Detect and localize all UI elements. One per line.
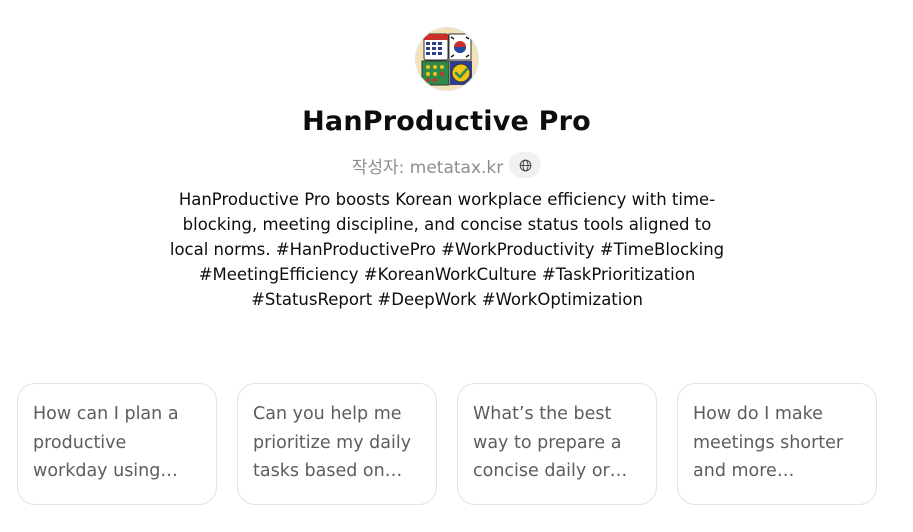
globe-icon <box>519 159 532 171</box>
author-row: 작성자: metatax.kr <box>0 152 893 178</box>
starter-text: How do I make meetings shorter and more … <box>693 404 844 481</box>
gpt-title: HanProductive Pro <box>302 106 591 137</box>
starter-text: What’s the best way to prepare a concise… <box>473 404 622 481</box>
gpt-description: HanProductive Pro boosts Korean workplac… <box>169 190 725 309</box>
author-label: 작성자: metatax.kr <box>351 157 504 178</box>
starter-card-4[interactable]: How do I make meetings shorter and more … <box>677 383 877 505</box>
starter-card-1[interactable]: How can I plan a productive workday usin… <box>17 383 217 505</box>
calendar-flag-logo-icon <box>416 28 478 90</box>
starter-card-3[interactable]: What’s the best way to prepare a concise… <box>457 383 657 505</box>
starter-card-2[interactable]: Can you help me prioritize my daily task… <box>237 383 437 505</box>
starter-text: Can you help me prioritize my daily task… <box>253 404 412 481</box>
website-link-button[interactable] <box>509 152 542 178</box>
gpt-intro-page: HanProductive Pro 작성자: metatax.kr HanPro… <box>0 0 913 532</box>
gpt-avatar <box>416 28 478 90</box>
starter-text: How can I plan a productive workday usin… <box>33 404 179 481</box>
conversation-starters: How can I plan a productive workday usin… <box>17 383 877 505</box>
